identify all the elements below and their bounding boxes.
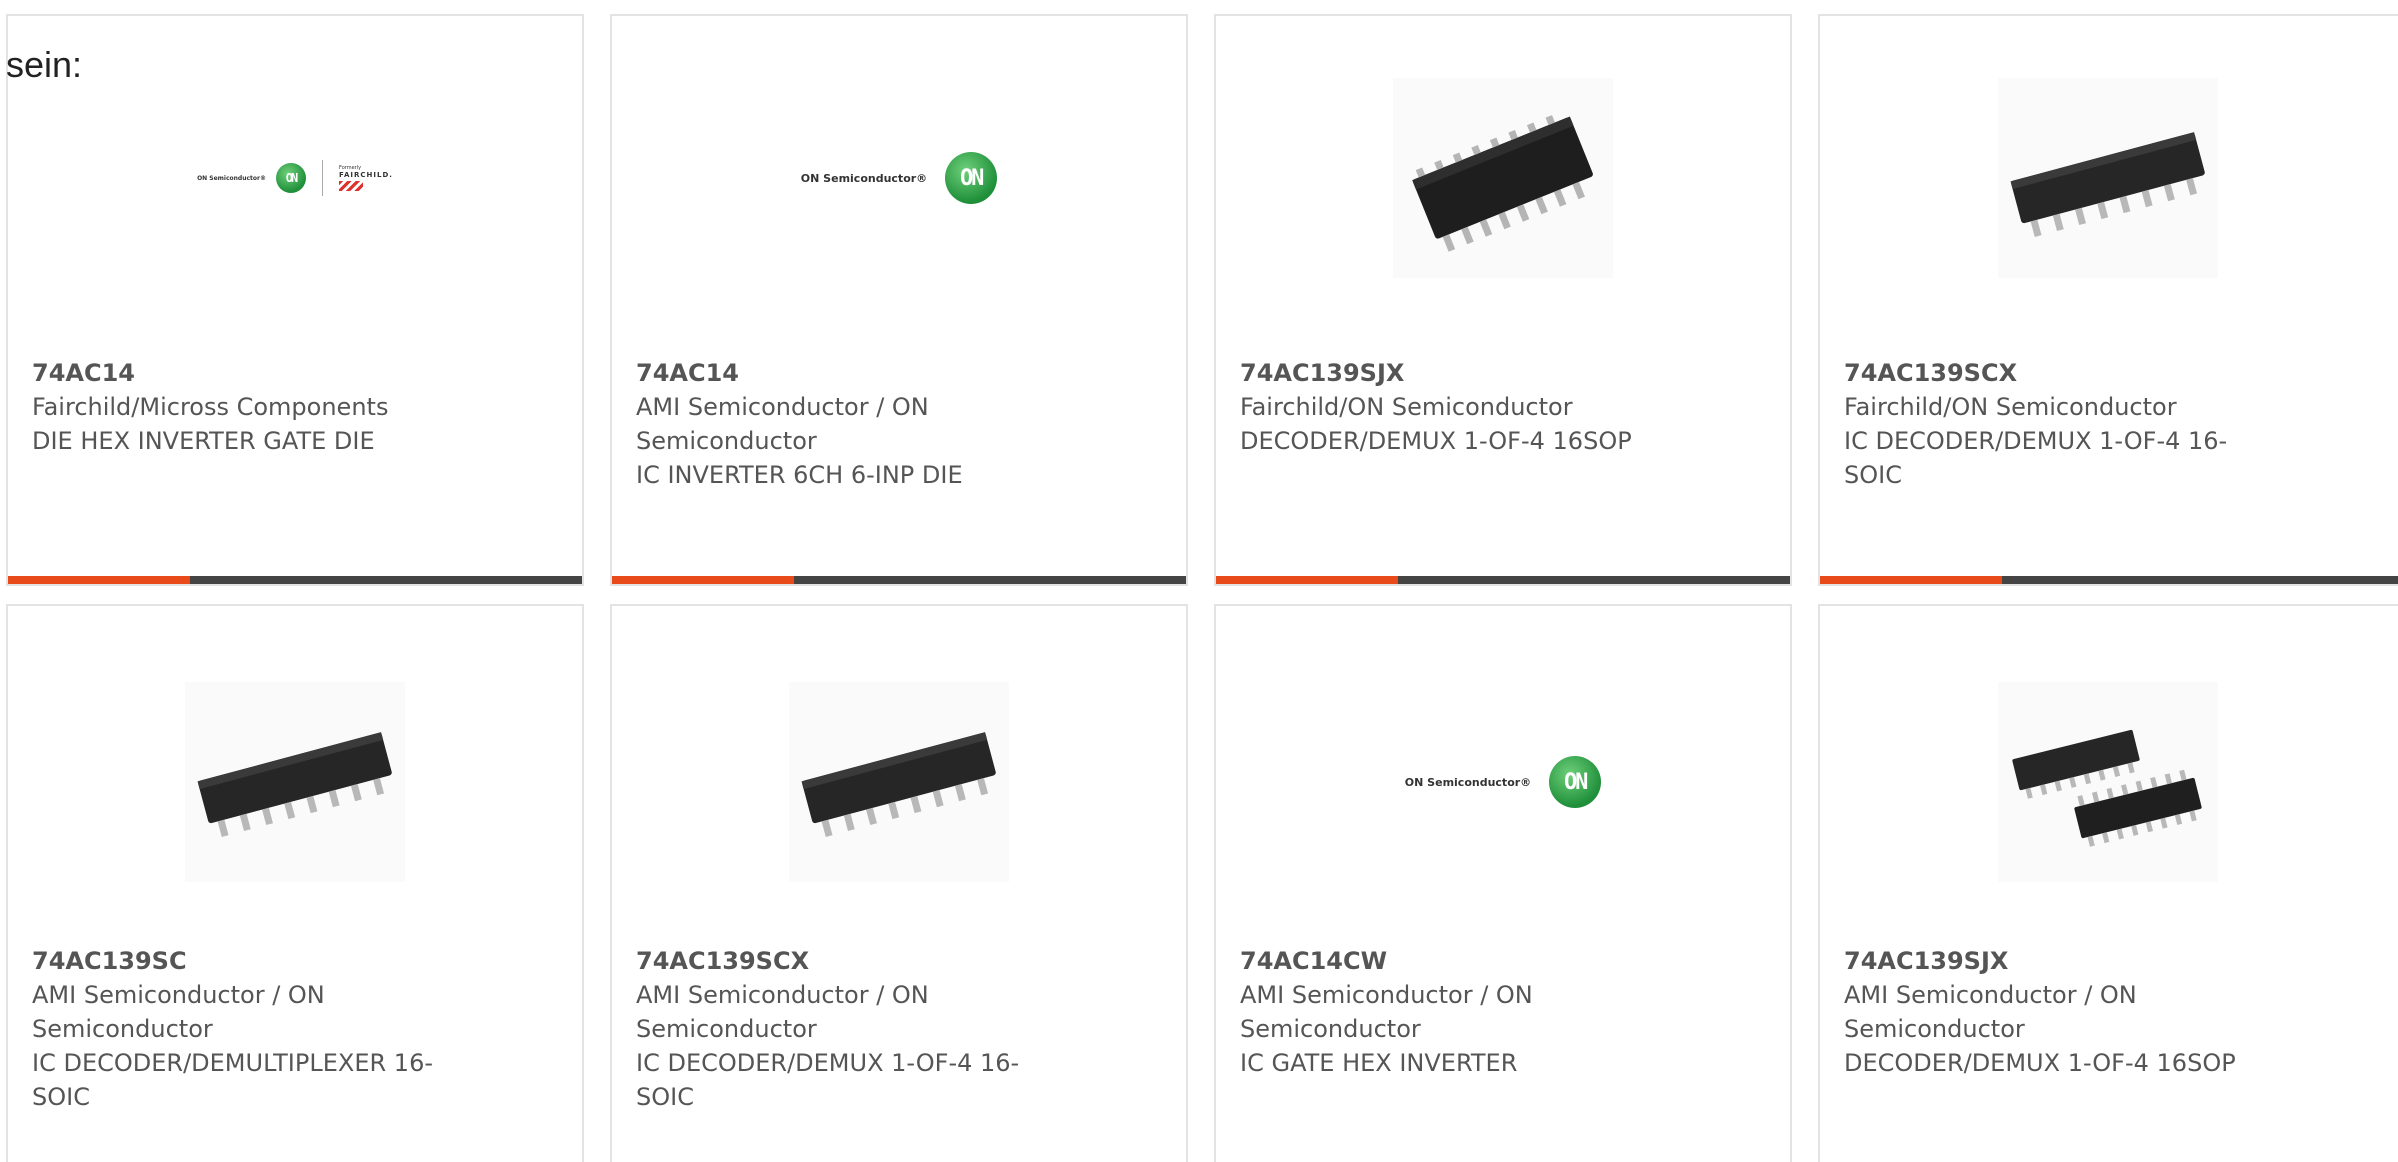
product-card[interactable]: 74AC139SCX AMI Semiconductor / ON Semico… (610, 604, 1188, 1162)
description: IC INVERTER 6CH 6-INP DIE (636, 461, 963, 489)
product-card[interactable]: ON Semiconductor® ON 74AC14CW AMI Semico… (1214, 604, 1792, 1162)
product-image[interactable]: ON Semiconductor® ON Formerly FAIRCHILD. (8, 68, 582, 288)
description: DECODER/DEMUX 1-OF-4 16SOP (1240, 427, 1632, 455)
part-number[interactable]: 74AC139SCX (1844, 356, 2264, 390)
manufacturer: AMI Semiconductor / ON Semiconductor (1844, 981, 2137, 1043)
manufacturer: Fairchild/ON Semiconductor (1240, 393, 1573, 421)
part-number[interactable]: 74AC14CW (1240, 944, 1660, 978)
soic16-chip-photo-icon (1998, 78, 2218, 278)
on-semiconductor-logo: ON Semiconductor® ON (1404, 756, 1602, 808)
on-semiconductor-wordmark: ON Semiconductor® (800, 171, 928, 185)
description: IC DECODER/DEMUX 1-OF-4 16-SOIC (1844, 427, 2228, 489)
product-image[interactable] (1820, 68, 2396, 288)
two-soic-chips-photo-icon (1998, 682, 2218, 882)
product-card[interactable]: 74AC139SJX AMI Semiconductor / ON Semico… (1818, 604, 2398, 1162)
soic16-chip-photo-icon (185, 682, 405, 882)
on-fairchild-logo: ON Semiconductor® ON Formerly FAIRCHILD. (197, 160, 393, 196)
card-accent-bar (1216, 576, 1398, 584)
card-bottom-bar (1820, 576, 2398, 584)
product-info: 74AC139SJX Fairchild/ON Semiconductor DE… (1240, 356, 1660, 458)
manufacturer: Fairchild/Micross Components (32, 393, 389, 421)
product-image[interactable] (8, 672, 582, 892)
on-logo-icon: ON (945, 152, 998, 204)
product-info: 74AC14 Fairchild/Micross Components DIE … (32, 356, 452, 458)
product-card[interactable]: 74AC139SJX Fairchild/ON Semiconductor DE… (1214, 14, 1792, 586)
part-number[interactable]: 74AC139SJX (1844, 944, 2264, 978)
product-info: 74AC139SC AMI Semiconductor / ON Semicon… (32, 944, 452, 1114)
sop16-chip-photo-icon (1393, 78, 1613, 278)
on-semiconductor-logo: ON Semiconductor® ON (800, 152, 998, 204)
product-grid-page: sein: ON Semiconductor® ON Formerly FAIR… (0, 0, 2398, 1162)
on-semiconductor-wordmark: ON Semiconductor® (197, 174, 266, 182)
card-bottom-bar (612, 576, 1186, 584)
on-logo-icon: ON (276, 163, 306, 193)
intro-text: sein: (6, 44, 83, 85)
product-image[interactable] (1820, 672, 2396, 892)
part-number[interactable]: 74AC139SCX (636, 944, 1056, 978)
product-card[interactable]: ON Semiconductor® ON Formerly FAIRCHILD.… (6, 14, 584, 586)
manufacturer: AMI Semiconductor / ON Semiconductor (32, 981, 325, 1043)
description: DIE HEX INVERTER GATE DIE (32, 427, 375, 455)
product-image[interactable]: ON Semiconductor® ON (612, 68, 1186, 288)
product-info: 74AC139SCX Fairchild/ON Semiconductor IC… (1844, 356, 2264, 492)
logo-divider (322, 160, 323, 196)
product-card[interactable]: 74AC139SCX Fairchild/ON Semiconductor IC… (1818, 14, 2398, 586)
card-accent-bar (8, 576, 190, 584)
on-semiconductor-wordmark: ON Semiconductor® (1404, 775, 1532, 789)
on-logo-icon: ON (1549, 756, 1602, 808)
card-accent-bar (1820, 576, 2002, 584)
product-image[interactable]: ON Semiconductor® ON (1216, 672, 1790, 892)
part-number[interactable]: 74AC14 (636, 356, 1056, 390)
product-info: 74AC14CW AMI Semiconductor / ON Semicond… (1240, 944, 1660, 1080)
description: IC GATE HEX INVERTER (1240, 1049, 1518, 1077)
product-image[interactable] (612, 672, 1186, 892)
part-number[interactable]: 74AC139SJX (1240, 356, 1660, 390)
fairchild-mark-icon (339, 181, 363, 191)
fairchild-logo: Formerly FAIRCHILD. (339, 165, 393, 191)
description: IC DECODER/DEMULTIPLEXER 16-SOIC (32, 1049, 434, 1111)
product-image[interactable] (1216, 68, 1790, 288)
manufacturer: AMI Semiconductor / ON Semiconductor (636, 393, 929, 455)
product-info: 74AC139SJX AMI Semiconductor / ON Semico… (1844, 944, 2264, 1080)
card-bottom-bar (1216, 576, 1790, 584)
card-accent-bar (612, 576, 794, 584)
part-number[interactable]: 74AC14 (32, 356, 452, 390)
product-card[interactable]: 74AC139SC AMI Semiconductor / ON Semicon… (6, 604, 584, 1162)
part-number[interactable]: 74AC139SC (32, 944, 452, 978)
description: IC DECODER/DEMUX 1-OF-4 16-SOIC (636, 1049, 1020, 1111)
soic16-chip-photo-icon (789, 682, 1009, 882)
product-card[interactable]: ON Semiconductor® ON 74AC14 AMI Semicond… (610, 14, 1188, 586)
product-info: 74AC14 AMI Semiconductor / ON Semiconduc… (636, 356, 1056, 492)
description: DECODER/DEMUX 1-OF-4 16SOP (1844, 1049, 2236, 1077)
manufacturer: AMI Semiconductor / ON Semiconductor (1240, 981, 1533, 1043)
product-info: 74AC139SCX AMI Semiconductor / ON Semico… (636, 944, 1056, 1114)
manufacturer: AMI Semiconductor / ON Semiconductor (636, 981, 929, 1043)
manufacturer: Fairchild/ON Semiconductor (1844, 393, 2177, 421)
card-bottom-bar (8, 576, 582, 584)
